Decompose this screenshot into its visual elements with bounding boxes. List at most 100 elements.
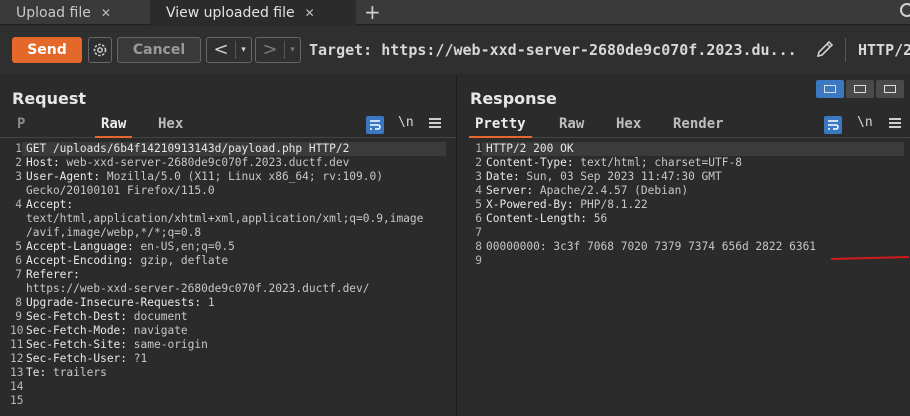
header-value: Gecko/20100101 Firefox/115.0: [26, 184, 215, 197]
response-title: Response: [470, 89, 557, 108]
line-number: 3: [475, 170, 482, 183]
code-text: /avif,image/webp,*/*;q=0.8: [22, 226, 201, 240]
code-line: 5 X-Powered-By: PHP/8.1.22: [470, 198, 904, 212]
http-version[interactable]: HTTP/2: [858, 41, 910, 59]
code-line: 13 Te: trailers: [10, 366, 446, 380]
code-text: Accept-Language: en-US,en;q=0.5: [22, 240, 235, 254]
word-wrap-icon[interactable]: [366, 116, 384, 134]
code-text: User-Agent: Mozilla/5.0 (X11; Linux x86_…: [22, 170, 383, 184]
response-subtabs: Pretty Raw Hex Render \n: [469, 112, 910, 138]
line-number: 4: [15, 198, 22, 211]
panel-divider[interactable]: [456, 76, 470, 416]
settings-button[interactable]: [88, 37, 112, 63]
header-value: 1: [207, 296, 215, 309]
header-name: Accept:: [26, 198, 74, 211]
code-line: 4 Server: Apache/2.4.57 (Debian): [470, 184, 904, 198]
header-name: Sec-Fetch-Mode:: [26, 324, 134, 337]
layout-tabs-icon[interactable]: [876, 80, 904, 98]
header-value: text/html; charset=UTF-8: [580, 156, 742, 169]
tab-hex[interactable]: Hex: [158, 116, 183, 132]
divider: [845, 38, 846, 62]
code-line: 2 Content-Type: text/html; charset=UTF-8: [470, 156, 904, 170]
back-button-group[interactable]: < ▾: [206, 37, 252, 63]
forward-arrow-icon[interactable]: >: [256, 38, 284, 62]
chevron-down-icon[interactable]: ▾: [284, 41, 300, 59]
close-icon[interactable]: ✕: [305, 6, 315, 20]
code-text: X-Powered-By: PHP/8.1.22: [482, 198, 648, 212]
code-line: 8 Upgrade-Insecure-Requests: 1: [10, 296, 446, 310]
line-number: 13: [10, 366, 24, 379]
code-line: 5 Accept-Language: en-US,en;q=0.5: [10, 240, 446, 254]
forward-button-group[interactable]: > ▾: [255, 37, 301, 63]
code-line: 12 Sec-Fetch-User: ?1: [10, 352, 446, 366]
tab-pretty[interactable]: P: [17, 116, 25, 132]
code-line: 9 Sec-Fetch-Dest: document: [10, 310, 446, 324]
header-name: GET /uploads/6b4f14210913143d/payload.ph…: [26, 142, 350, 155]
back-arrow-icon[interactable]: <: [207, 38, 235, 62]
code-text: Host: web-xxd-server-2680de9c070f.2023.d…: [22, 156, 349, 170]
tab-raw[interactable]: Raw: [559, 116, 584, 132]
layout-side-by-side-icon[interactable]: [816, 80, 844, 98]
response-editor[interactable]: 1 HTTP/2 200 OK 2 Content-Type: text/html; …: [470, 142, 904, 416]
layout-stacked-icon[interactable]: [846, 80, 874, 98]
code-line: 15: [10, 394, 446, 408]
line-number: 8: [475, 240, 482, 253]
header-name: Host:: [26, 156, 67, 169]
tab-render[interactable]: Render: [673, 116, 724, 132]
line-number: 3: [15, 170, 22, 183]
code-text: 00000000: 3c3f 7068 7020 7379 7374 656d …: [482, 240, 816, 254]
header-name: Accept-Encoding:: [26, 254, 141, 267]
line-number: [10, 184, 22, 198]
code-text: Content-Length: 56: [482, 212, 607, 226]
tab-upload-file[interactable]: Upload file ✕: [0, 0, 146, 25]
layout-buttons: [816, 80, 904, 98]
header-value: ?1: [133, 352, 148, 365]
code-line: 14: [10, 380, 446, 394]
request-editor[interactable]: 1 GET /uploads/6b4f14210913143d/payload.p…: [10, 142, 446, 416]
line-number: 7: [475, 226, 482, 239]
code-line: Gecko/20100101 Firefox/115.0: [10, 184, 446, 198]
code-line: 6 Accept-Encoding: gzip, deflate: [10, 254, 446, 268]
header-name: HTTP/2 200 OK: [486, 142, 574, 155]
code-text: Sec-Fetch-Site: same-origin: [22, 338, 208, 352]
code-text: Gecko/20100101 Firefox/115.0: [22, 184, 215, 198]
request-subtabs: P Raw Hex \n: [0, 112, 456, 138]
newline-toggle[interactable]: \n: [398, 115, 414, 130]
search-icon[interactable]: [900, 3, 910, 17]
edit-icon[interactable]: [814, 38, 836, 60]
code-text: text/html,application/xhtml+xml,applicat…: [22, 212, 423, 226]
word-wrap-icon[interactable]: [824, 116, 842, 134]
header-value: https://web-xxd-server-2680de9c070f.2023…: [26, 282, 370, 295]
tab-pretty[interactable]: Pretty: [469, 116, 532, 138]
line-number: 1: [15, 142, 22, 155]
code-line: 7: [470, 226, 904, 240]
gear-icon: [93, 43, 107, 57]
tab-view-uploaded-file[interactable]: View uploaded file ✕: [150, 0, 356, 25]
close-icon[interactable]: ✕: [101, 6, 111, 20]
line-number: 9: [15, 310, 22, 323]
header-value: trailers: [52, 366, 107, 379]
menu-icon[interactable]: [889, 116, 901, 130]
header-name: User-Agent:: [26, 170, 107, 183]
line-number: 9: [475, 254, 482, 267]
newline-toggle[interactable]: \n: [857, 115, 873, 130]
code-text: Sec-Fetch-Dest: document: [22, 310, 188, 324]
send-button[interactable]: Send: [12, 37, 82, 63]
header-name: Te:: [26, 366, 53, 379]
tab-raw[interactable]: Raw: [94, 116, 133, 138]
header-value: /avif,image/webp,*/*;q=0.8: [26, 226, 202, 239]
tab-hex[interactable]: Hex: [616, 116, 641, 132]
header-name: Sec-Fetch-User:: [26, 352, 134, 365]
chevron-down-icon[interactable]: ▾: [235, 41, 251, 59]
cancel-button[interactable]: Cancel: [117, 37, 201, 63]
line-number: 5: [15, 240, 22, 253]
header-value: document: [133, 310, 188, 323]
code-line: https://web-xxd-server-2680de9c070f.2023…: [10, 282, 446, 296]
header-value: Mozilla/5.0 (X11; Linux x86_64; rv:109.0…: [106, 170, 383, 183]
header-value: Sun, 03 Sep 2023 11:47:30 GMT: [526, 170, 722, 183]
add-tab-icon[interactable]: +: [364, 0, 381, 25]
header-value: navigate: [133, 324, 188, 337]
menu-icon[interactable]: [429, 116, 441, 130]
